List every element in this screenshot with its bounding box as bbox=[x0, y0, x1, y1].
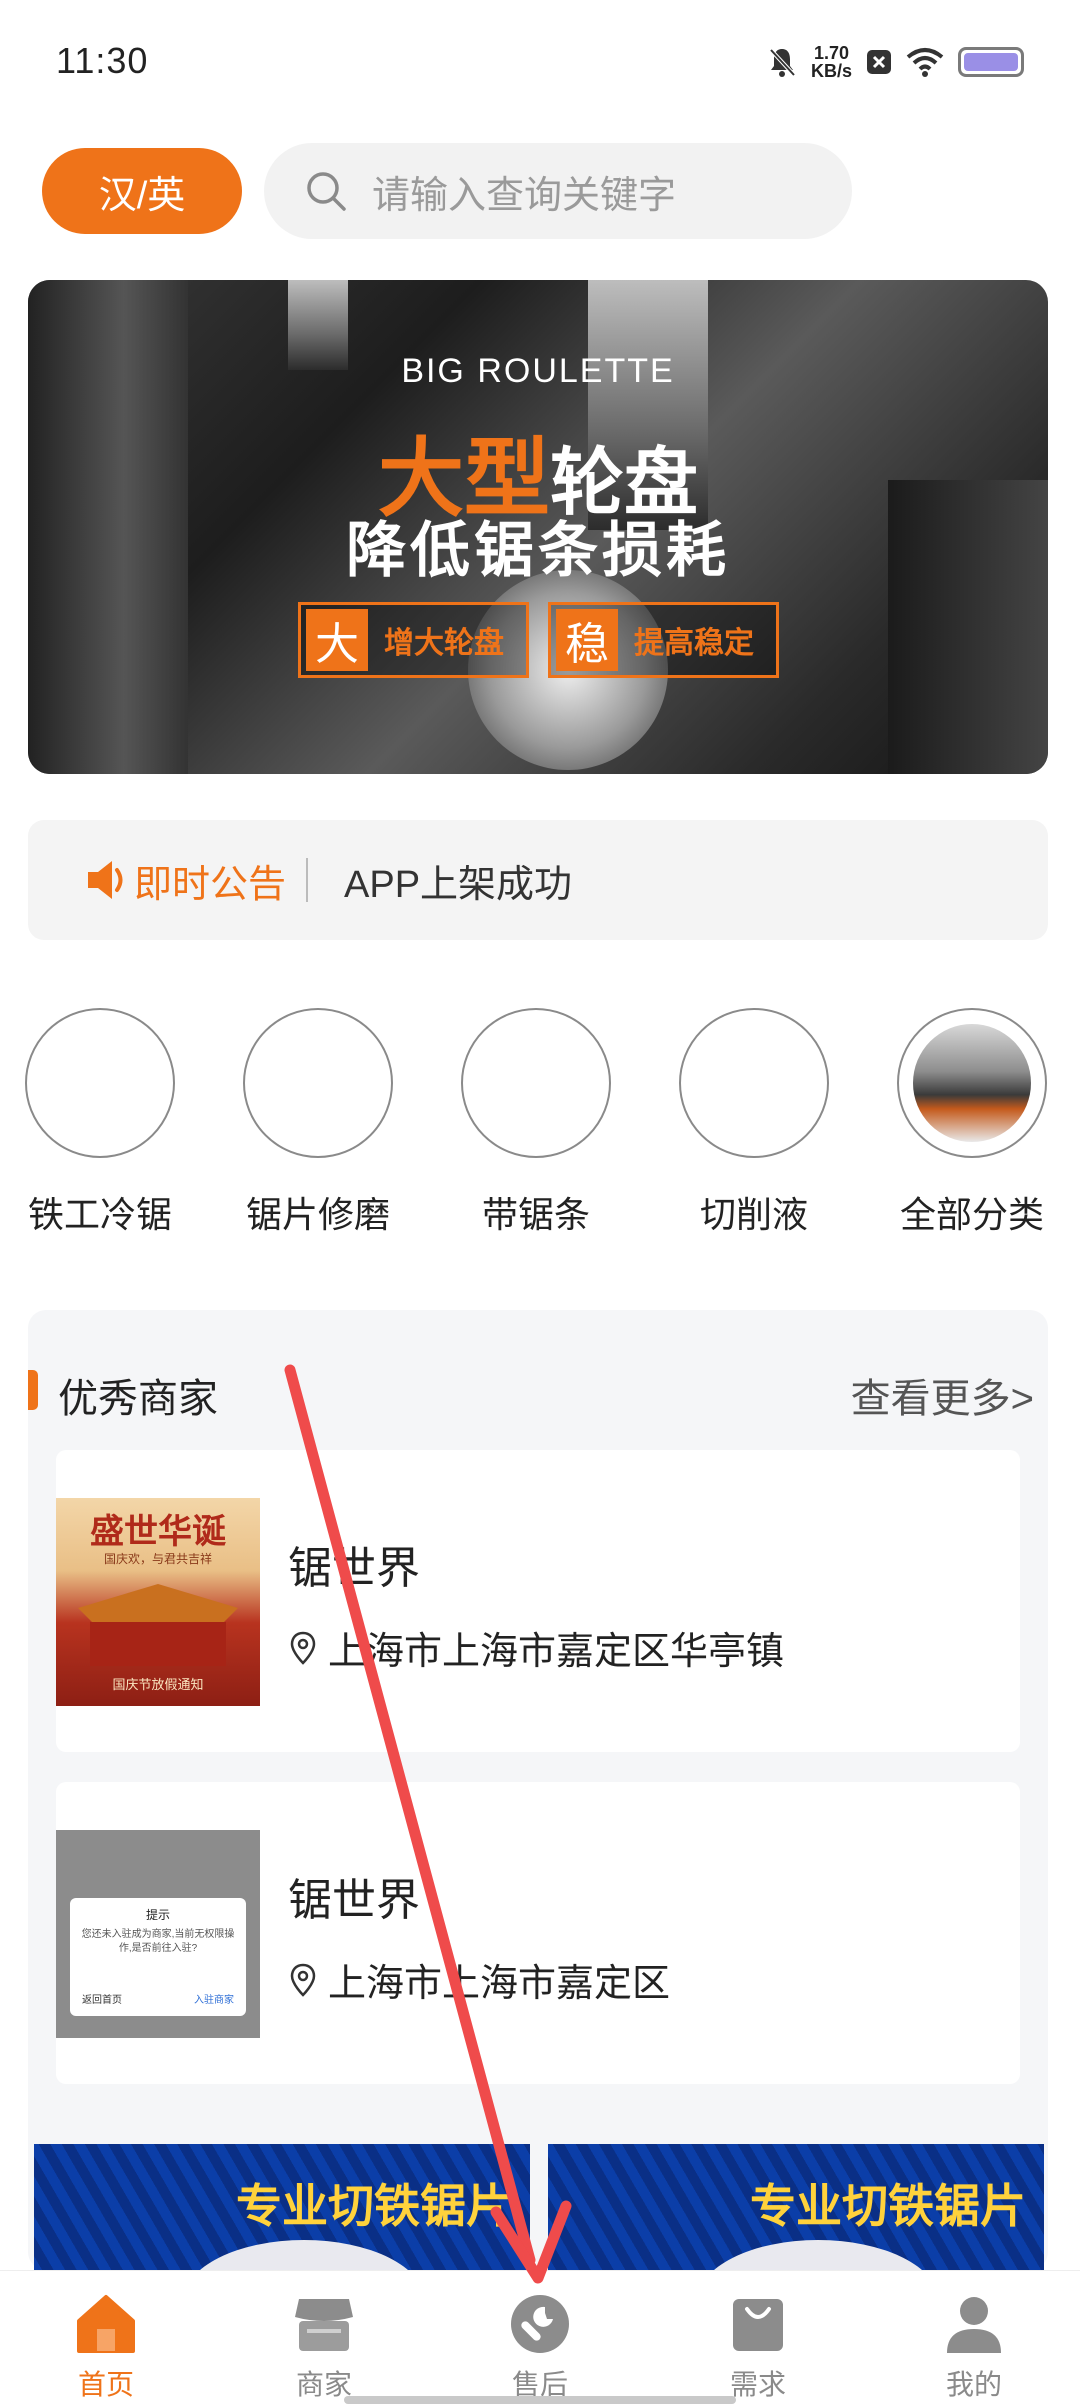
wifi-icon bbox=[906, 48, 944, 77]
thumb-dialog-title: 提示 bbox=[145, 1908, 170, 1922]
category-label: 切削液 bbox=[699, 1194, 808, 1235]
category-item[interactable]: 锯片修磨 bbox=[228, 1008, 408, 1238]
search-input[interactable]: 请输入查询关键字 bbox=[264, 143, 852, 239]
language-toggle-button[interactable]: 汉/英 bbox=[42, 148, 242, 234]
home-indicator[interactable] bbox=[344, 2396, 736, 2404]
merchant-address-text: 上海市上海市嘉定区华亭镇 bbox=[328, 1631, 785, 1673]
merchant-name: 锯世界 bbox=[288, 1876, 420, 1925]
section-accent-bar bbox=[28, 1370, 38, 1410]
category-image bbox=[25, 1008, 175, 1158]
banner-tag-2: 稳 提高稳定 bbox=[548, 602, 779, 678]
location-pin-icon bbox=[290, 1631, 316, 1665]
status-bar: 11:30 1.70 KB/s bbox=[0, 0, 1080, 120]
bag-icon bbox=[733, 2299, 783, 2351]
merchant-name: 锯世界 bbox=[288, 1544, 420, 1593]
category-item[interactable]: 切削液 bbox=[664, 1008, 844, 1238]
category-label: 全部分类 bbox=[899, 1194, 1044, 1235]
tab-home[interactable]: 首页 bbox=[36, 2289, 176, 2403]
thumb-dialog: 提示 您还未入驻成为商家,当前无权限操作,是否前往入驻? 返回首页 入驻商家 bbox=[70, 1898, 246, 2016]
category-image bbox=[897, 1008, 1047, 1158]
merchant-card[interactable]: 提示 您还未入驻成为商家,当前无权限操作,是否前往入驻? 返回首页 入驻商家 锯… bbox=[56, 1782, 1020, 2084]
thumb-subtitle: 国庆欢，与君共吉祥 bbox=[103, 1552, 212, 1566]
category-label: 锯片修磨 bbox=[245, 1194, 390, 1235]
banner-tag-text: 增大轮盘 bbox=[384, 627, 504, 660]
banner-english-title: BIG ROULETTE bbox=[401, 352, 675, 390]
tab-me[interactable]: 我的 bbox=[904, 2289, 1044, 2403]
wrench-icon bbox=[511, 2295, 569, 2353]
category-label: 铁工冷锯 bbox=[27, 1194, 172, 1235]
thumb-title: 盛世华诞 bbox=[90, 1513, 226, 1551]
speaker-icon bbox=[88, 861, 123, 899]
announcement-divider bbox=[306, 858, 309, 902]
view-more-link[interactable]: 查看更多> bbox=[851, 1366, 1034, 1424]
category-item[interactable]: 铁工冷锯 bbox=[10, 1008, 190, 1238]
user-icon bbox=[947, 2297, 1001, 2353]
announcement-bar[interactable]: 即时公告 APP上架成功 bbox=[28, 820, 1048, 940]
location-pin-icon bbox=[290, 1963, 316, 1997]
promo-text: 专业切铁锯片 bbox=[236, 2180, 512, 2232]
thumb-dialog-message: 您还未入驻成为商家,当前无权限操作,是否前往入驻? bbox=[81, 1929, 235, 1954]
battery-icon bbox=[958, 47, 1024, 77]
banner-tag-1: 大 增大轮盘 bbox=[298, 602, 529, 678]
tab-shop[interactable]: 商家 bbox=[254, 2289, 394, 2403]
bell-muted-icon bbox=[769, 48, 796, 77]
merchant-card[interactable]: 盛世华诞 国庆欢，与君共吉祥 国庆节放假通知 锯世界 上海市上海市嘉定区华亭镇 bbox=[56, 1450, 1020, 1752]
home-icon bbox=[77, 2295, 135, 2353]
promo-banner[interactable]: BIG ROULETTE 大型轮盘 降低锯条损耗 大 增大轮盘 稳 提高稳定 bbox=[28, 280, 1048, 774]
search-icon bbox=[307, 172, 346, 211]
thumb-dialog-back: 返回首页 bbox=[82, 1995, 122, 2006]
shop-icon bbox=[295, 2299, 353, 2351]
featured-merchants-section: 优秀商家 查看更多> 盛世华诞 国庆欢，与君共吉祥 国庆节放假通知 锯世界 上海… bbox=[28, 1310, 1048, 2270]
banner-tag-text: 提高稳定 bbox=[634, 627, 754, 660]
merchant-address: 上海市上海市嘉定区 bbox=[288, 1952, 670, 2007]
net-speed-unit: KB/s bbox=[810, 61, 852, 81]
status-icons: 1.70 KB/s bbox=[767, 40, 1024, 84]
section-header: 优秀商家 查看更多> bbox=[28, 1362, 1048, 1422]
tab-demand[interactable]: 需求 bbox=[688, 2289, 828, 2403]
machine-photo bbox=[913, 1024, 1031, 1142]
section-title: 优秀商家 bbox=[58, 1377, 218, 1421]
announcement-message: APP上架成功 bbox=[344, 863, 573, 906]
category-item-all[interactable]: 全部分类 bbox=[882, 1008, 1062, 1238]
category-row: 铁工冷锯 锯片修磨 带锯条 切削液 全部分类 bbox=[0, 1008, 1080, 1238]
category-image bbox=[243, 1008, 393, 1158]
banner-tag-key: 稳 bbox=[556, 609, 618, 671]
status-time: 11:30 bbox=[56, 40, 149, 81]
tab-label: 我的 bbox=[945, 2369, 1002, 2400]
merchant-thumbnail: 盛世华诞 国庆欢，与君共吉祥 国庆节放假通知 bbox=[56, 1498, 260, 1706]
category-image bbox=[679, 1008, 829, 1158]
category-label: 带锯条 bbox=[481, 1194, 590, 1235]
merchant-thumbnail: 提示 您还未入驻成为商家,当前无权限操作,是否前往入驻? 返回首页 入驻商家 bbox=[56, 1830, 260, 2038]
bottom-tab-bar: 首页 商家 售后 需求 我的 bbox=[0, 2270, 1080, 2408]
net-speed-value: 1.70 bbox=[813, 43, 850, 63]
merchant-address-text: 上海市上海市嘉定区 bbox=[328, 1963, 671, 2005]
tab-label: 首页 bbox=[77, 2369, 134, 2400]
banner-subheadline: 降低锯条损耗 bbox=[346, 517, 730, 584]
promo-tile[interactable]: 专业切铁锯片 bbox=[548, 2144, 1044, 2276]
thumb-bottom-text: 国庆节放假通知 bbox=[112, 1677, 204, 1692]
banner-tag-key: 大 bbox=[306, 609, 368, 671]
merchant-address: 上海市上海市嘉定区华亭镇 bbox=[288, 1620, 784, 1675]
promo-tile[interactable]: 专业切铁锯片 bbox=[34, 2144, 530, 2276]
promo-text: 专业切铁锯片 bbox=[750, 2180, 1026, 2232]
announcement-label: 即时公告 bbox=[134, 863, 287, 906]
tab-after-sales[interactable]: 售后 bbox=[470, 2289, 610, 2403]
thumb-dialog-join: 入驻商家 bbox=[194, 1995, 234, 2006]
search-placeholder: 请输入查询关键字 bbox=[372, 174, 677, 217]
net-speed: 1.70 KB/s bbox=[811, 44, 852, 80]
notification-x-icon bbox=[867, 50, 891, 74]
category-item[interactable]: 带锯条 bbox=[446, 1008, 626, 1238]
category-image bbox=[461, 1008, 611, 1158]
